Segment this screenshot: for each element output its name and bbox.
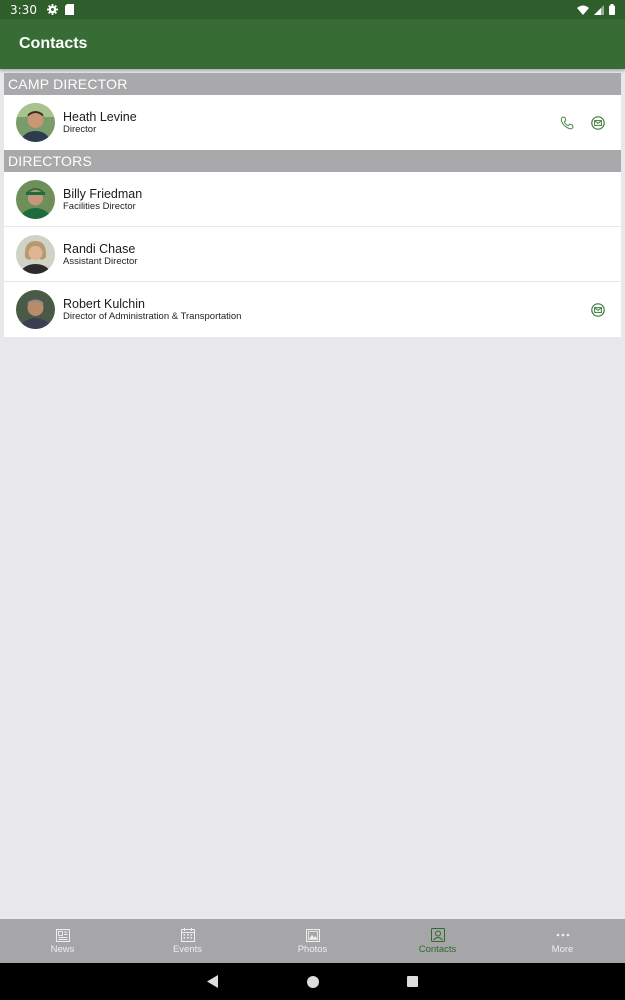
nav-item-events[interactable]: Events bbox=[125, 919, 250, 963]
nav-item-news[interactable]: News bbox=[0, 919, 125, 963]
contact-name: Robert Kulchin bbox=[63, 297, 145, 311]
contact-row-heath-levine[interactable]: Heath Levine Director bbox=[4, 95, 621, 150]
email-icon[interactable] bbox=[591, 115, 605, 130]
nav-label: Events bbox=[172, 944, 203, 955]
phone-icon[interactable] bbox=[560, 115, 574, 130]
nav-label: News bbox=[50, 944, 75, 955]
contact-role: Facilities Director bbox=[63, 200, 136, 212]
system-nav-bar bbox=[0, 963, 625, 1000]
avatar bbox=[16, 290, 55, 329]
section-header-camp-director: CAMP DIRECTOR bbox=[4, 73, 621, 95]
signal-icon bbox=[594, 4, 604, 15]
avatar bbox=[16, 179, 55, 219]
section-header-directors: DIRECTORS bbox=[4, 150, 621, 172]
more-dots-icon bbox=[556, 927, 570, 943]
nav-item-contacts[interactable]: Contacts bbox=[375, 919, 500, 963]
contact-role: Director of Administration & Transportat… bbox=[63, 311, 242, 322]
battery-icon bbox=[609, 4, 615, 15]
back-icon[interactable] bbox=[163, 975, 263, 988]
contact-name: Billy Friedman bbox=[63, 186, 143, 201]
avatar bbox=[16, 103, 55, 142]
contact-row-randi-chase[interactable]: Randi Chase Assistant Director bbox=[4, 227, 621, 282]
contacts-list: CAMP DIRECTOR Heath Levine Director DIRE bbox=[4, 73, 621, 337]
contact-name: Heath Levine bbox=[63, 110, 137, 124]
sd-card-icon bbox=[64, 4, 74, 15]
contact-name: Randi Chase bbox=[63, 241, 136, 256]
contact-role: Assistant Director bbox=[63, 255, 138, 267]
contact-role: Director bbox=[63, 124, 97, 135]
page-title: Contacts bbox=[19, 35, 88, 52]
contacts-icon bbox=[430, 927, 445, 943]
nav-label: Photos bbox=[297, 944, 328, 955]
nav-item-photos[interactable]: Photos bbox=[250, 919, 375, 963]
recents-icon[interactable] bbox=[363, 976, 463, 987]
nav-label: Contacts bbox=[418, 944, 457, 955]
status-time: 3:30 bbox=[10, 2, 37, 17]
photo-icon bbox=[305, 927, 320, 943]
wifi-icon bbox=[577, 5, 589, 15]
home-icon[interactable] bbox=[263, 975, 363, 988]
newspaper-icon bbox=[55, 927, 70, 943]
nav-item-more[interactable]: More bbox=[500, 919, 625, 963]
contact-row-robert-kulchin[interactable]: Robert Kulchin Director of Administratio… bbox=[4, 282, 621, 337]
bottom-nav: News Events Photos Contacts More bbox=[0, 919, 625, 963]
gear-icon bbox=[46, 4, 58, 15]
calendar-icon bbox=[180, 927, 195, 943]
contact-row-billy-friedman[interactable]: Billy Friedman Facilities Director bbox=[4, 172, 621, 227]
status-bar: 3:30 bbox=[0, 0, 625, 19]
app-bar: Contacts bbox=[0, 19, 625, 69]
nav-label: More bbox=[551, 944, 574, 955]
avatar bbox=[16, 234, 55, 274]
email-icon[interactable] bbox=[591, 302, 605, 317]
